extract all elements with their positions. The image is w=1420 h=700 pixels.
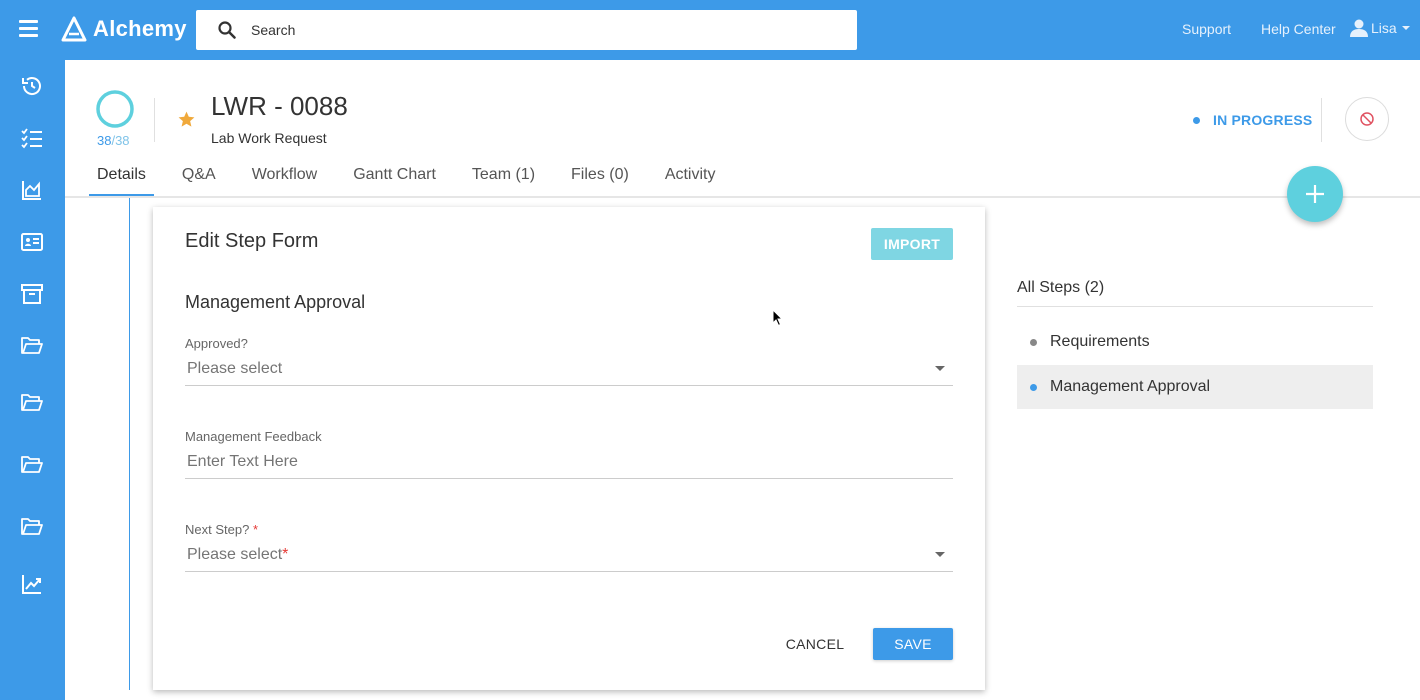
- app-name: Alchemy: [93, 16, 187, 41]
- progress-count: 38/38: [97, 133, 130, 148]
- approved-placeholder: Please select: [187, 359, 283, 377]
- approved-select[interactable]: Please select: [185, 352, 953, 386]
- form-title: Edit Step Form: [185, 230, 319, 252]
- dropdown-arrow-icon: [935, 552, 945, 557]
- block-icon: [1360, 112, 1374, 126]
- trending-icon[interactable]: [20, 572, 44, 596]
- mouse-cursor-icon: [772, 308, 784, 327]
- next-step-label: Next Step? *: [185, 522, 258, 537]
- divider: [1321, 98, 1322, 142]
- step-item-management-approval[interactable]: Management Approval: [1017, 365, 1373, 409]
- steps-divider: [1017, 306, 1373, 307]
- progress-total: /38: [111, 133, 130, 148]
- support-link[interactable]: Support: [1182, 21, 1231, 37]
- status-text: IN PROGRESS: [1213, 112, 1313, 128]
- next-step-placeholder: Please select*: [187, 546, 288, 564]
- menu-icon[interactable]: [19, 20, 38, 37]
- required-mark: *: [252, 522, 259, 537]
- checklist-icon[interactable]: [20, 126, 44, 150]
- tab-files[interactable]: Files (0): [563, 160, 637, 196]
- top-bar: Alchemy Support Help Center Lisa: [0, 0, 1420, 60]
- user-menu[interactable]: Lisa: [1349, 18, 1410, 38]
- user-avatar-icon: [1350, 19, 1368, 37]
- status-dot-icon: [1193, 116, 1200, 124]
- timeline-line: [129, 198, 130, 690]
- divider: [154, 98, 155, 142]
- progress-done: 38: [97, 133, 112, 148]
- tab-bar: Details Q&A Workflow Gantt Chart Team (1…: [89, 160, 743, 197]
- archive-icon[interactable]: [20, 282, 44, 306]
- status-badge: IN PROGRESS: [1193, 112, 1312, 128]
- step-dot-icon: [1030, 338, 1037, 346]
- tab-activity[interactable]: Activity: [657, 160, 724, 196]
- step-item-requirements[interactable]: Requirements: [1017, 320, 1373, 364]
- edit-step-form: Edit Step Form IMPORT Management Approva…: [153, 207, 985, 690]
- folder-icon[interactable]: [20, 391, 44, 415]
- contact-card-icon[interactable]: [20, 230, 44, 254]
- dropdown-arrow-icon: [935, 366, 945, 371]
- feedback-placeholder: Enter Text Here: [187, 452, 298, 470]
- folder-icon[interactable]: [20, 515, 44, 539]
- page-subtitle: Lab Work Request: [211, 130, 327, 146]
- history-icon[interactable]: [20, 74, 44, 98]
- tab-details[interactable]: Details: [89, 160, 154, 197]
- search-bar[interactable]: [196, 10, 857, 50]
- tab-team[interactable]: Team (1): [464, 160, 543, 196]
- tab-qa[interactable]: Q&A: [174, 160, 224, 196]
- next-step-label-text: Next Step?: [185, 522, 250, 537]
- import-button[interactable]: IMPORT: [871, 228, 953, 260]
- star-icon[interactable]: [177, 110, 196, 129]
- steps-title: All Steps (2): [1017, 279, 1105, 296]
- progress-ring: [95, 89, 135, 129]
- approved-label: Approved?: [185, 336, 248, 351]
- search-icon: [218, 21, 236, 39]
- tabs-divider: [65, 196, 1420, 198]
- add-button[interactable]: [1287, 166, 1343, 222]
- next-step-select[interactable]: Please select*: [185, 538, 953, 572]
- chevron-down-icon: [1401, 26, 1410, 30]
- tab-workflow[interactable]: Workflow: [244, 160, 326, 196]
- chart-icon[interactable]: [20, 178, 44, 202]
- required-mark: *: [282, 545, 289, 563]
- alchemy-logo-icon: [61, 16, 87, 42]
- step-label: Requirements: [1050, 333, 1150, 350]
- step-dot-icon: [1030, 383, 1037, 391]
- cancel-button[interactable]: CANCEL: [773, 628, 857, 660]
- app-logo[interactable]: Alchemy: [61, 14, 187, 44]
- form-section-title: Management Approval: [185, 292, 366, 312]
- save-button[interactable]: SAVE: [873, 628, 953, 660]
- feedback-label: Management Feedback: [185, 429, 322, 444]
- step-label: Management Approval: [1050, 378, 1211, 395]
- folder-icon[interactable]: [20, 453, 44, 477]
- plus-icon: [1306, 185, 1324, 203]
- feedback-input[interactable]: Enter Text Here: [185, 445, 953, 479]
- search-input[interactable]: [251, 22, 811, 38]
- tab-gantt-chart[interactable]: Gantt Chart: [345, 160, 444, 196]
- folder-icon[interactable]: [20, 334, 44, 358]
- help-center-link[interactable]: Help Center: [1261, 21, 1336, 37]
- next-step-placeholder-text: Please select: [187, 545, 283, 563]
- page-title: LWR - 0088: [211, 91, 348, 121]
- cancel-record-button[interactable]: [1345, 97, 1389, 141]
- sidebar: [0, 60, 65, 700]
- user-name: Lisa: [1371, 20, 1397, 36]
